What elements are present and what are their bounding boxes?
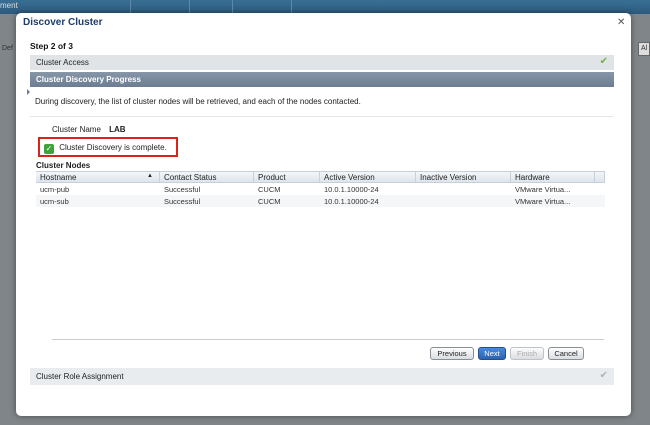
background-top-bar: ment [0,0,650,14]
cell-hardware: VMware Virtua... [515,197,571,206]
background-tab [232,0,292,14]
cancel-button[interactable]: Cancel [548,347,584,360]
cell-hardware: VMware Virtua... [515,185,571,194]
discovery-description: During discovery, the list of cluster no… [35,97,361,106]
cell-product: CUCM [258,185,281,194]
section-cluster-discovery-progress[interactable]: Cluster Discovery Progress [30,72,614,87]
checkmark-icon: ✔ [599,56,608,67]
section-label: Cluster Role Assignment [36,372,124,381]
table-row[interactable]: ucm-sub Successful CUCM 10.0.1.10000-24 … [36,195,605,207]
step-indicator: Step 2 of 3 [30,41,73,51]
discovery-status-box: ✓ Cluster Discovery is complete. [38,137,178,157]
column-header-contact-status[interactable]: Contact Status [160,172,254,182]
footer-divider [52,339,604,340]
cell-hostname: ucm-sub [40,197,69,206]
cell-contact-status: Successful [164,185,201,194]
cluster-nodes-table: Hostname ▲ Contact Status Product Active… [36,171,605,207]
section-cluster-role-assignment[interactable]: Cluster Role Assignment ✔ [30,368,614,385]
column-header-hardware[interactable]: Hardware [511,172,595,182]
cell-inactive-version [416,183,511,195]
checkmark-icon: ✔ [599,370,608,381]
previous-button[interactable]: Previous [430,347,474,360]
cell-active-version: 10.0.1.10000-24 [324,197,379,206]
background-left-label: Def [2,45,13,52]
table-header: Hostname ▲ Contact Status Product Active… [36,171,605,183]
background-title: ment [0,1,18,10]
cell-product: CUCM [258,197,281,206]
column-header-spacer [595,172,605,182]
divider [30,116,614,117]
expand-arrow-icon [27,89,30,95]
cluster-name-label: Cluster Name [52,125,101,134]
column-header-inactive-version[interactable]: Inactive Version [416,172,511,182]
next-button[interactable]: Next [478,347,506,360]
background-tab [130,0,190,14]
table-row[interactable]: ucm-pub Successful CUCM 10.0.1.10000-24 … [36,183,605,195]
success-check-icon: ✓ [44,144,54,154]
cell-contact-status: Successful [164,197,201,206]
dialog-title: Discover Cluster [23,17,103,28]
section-label: Cluster Discovery Progress [36,75,141,84]
cluster-name-row: Cluster Name LAB [52,125,126,134]
column-header-active-version[interactable]: Active Version [320,172,416,182]
section-cluster-access[interactable]: Cluster Access ✔ [30,55,614,70]
cell-hostname: ucm-pub [40,185,70,194]
background-right-label: Al [638,42,650,56]
sort-ascending-icon: ▲ [147,173,153,179]
cluster-name-value: LAB [109,125,126,134]
close-icon[interactable]: ✕ [617,18,625,28]
finish-button[interactable]: Finish [510,347,544,360]
cluster-nodes-title: Cluster Nodes [36,161,91,170]
column-header-hostname[interactable]: Hostname ▲ [36,172,160,182]
status-message: Cluster Discovery is complete. [59,143,167,152]
cell-active-version: 10.0.1.10000-24 [324,185,379,194]
cell-inactive-version [416,195,511,207]
discover-cluster-dialog: Discover Cluster ✕ Step 2 of 3 Cluster A… [16,13,631,416]
column-header-product[interactable]: Product [254,172,320,182]
section-label: Cluster Access [36,58,89,67]
